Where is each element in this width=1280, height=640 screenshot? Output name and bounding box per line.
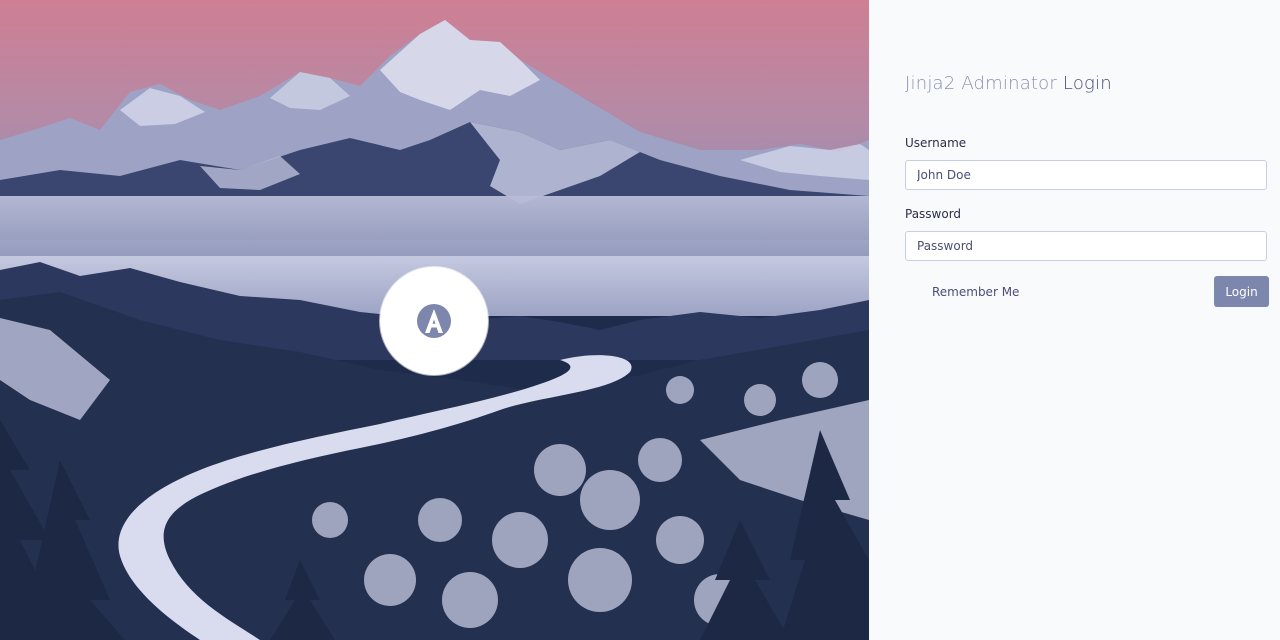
remember-me-checkbox[interactable]: Remember Me xyxy=(905,277,1019,307)
logo-badge xyxy=(380,267,488,375)
password-label: Password xyxy=(905,207,962,221)
login-page: Jinja2 Adminator Login Username Password… xyxy=(0,0,1280,640)
username-input[interactable] xyxy=(905,160,1267,190)
username-label: Username xyxy=(905,136,967,150)
login-button[interactable]: Login xyxy=(1214,276,1269,307)
remember-me-label: Remember Me xyxy=(932,285,1020,299)
login-title: Jinja2 Adminator Login xyxy=(905,73,1112,94)
login-panel: Jinja2 Adminator Login Username Password… xyxy=(869,0,1280,640)
login-title-text: Login xyxy=(1057,73,1112,94)
checkbox-icon[interactable] xyxy=(905,285,919,299)
adminator-logo-icon xyxy=(417,304,451,338)
password-input[interactable] xyxy=(905,231,1267,261)
brand-name: Jinja2 Adminator xyxy=(905,73,1057,94)
hero-background-image xyxy=(0,0,869,640)
